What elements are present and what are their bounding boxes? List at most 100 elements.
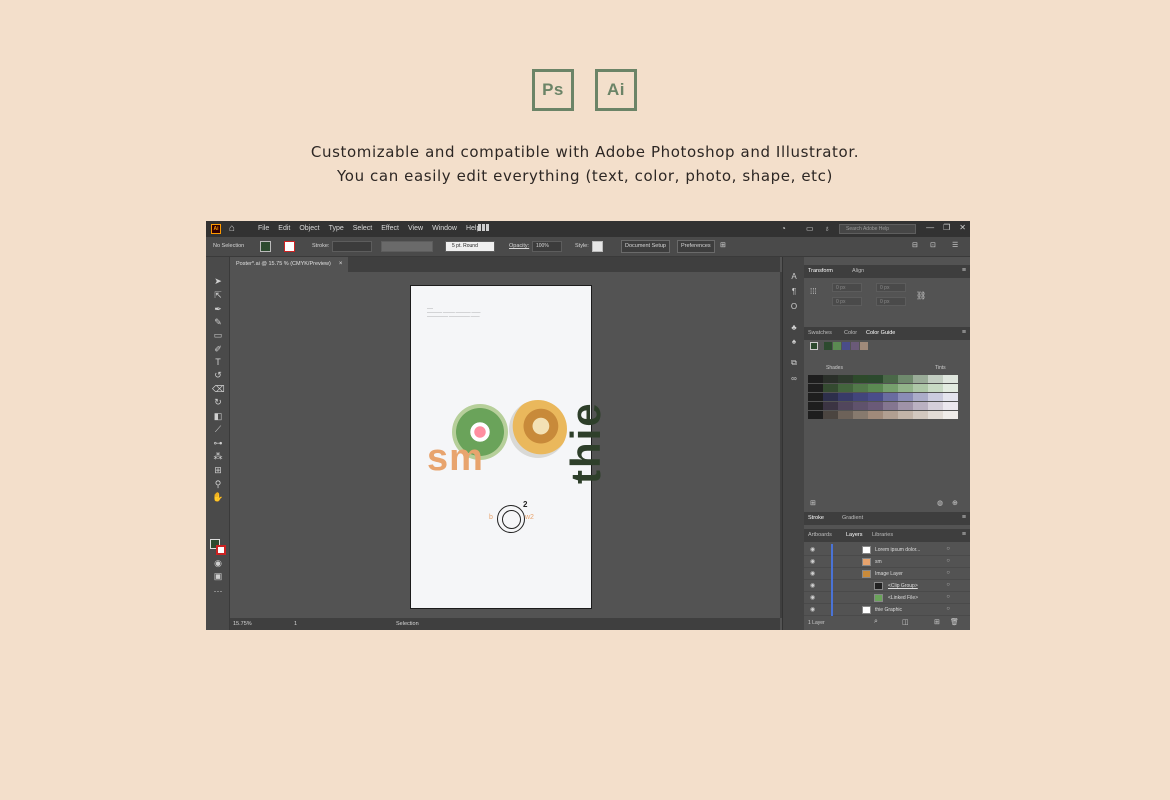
brush-tool-icon[interactable]: ✐ bbox=[212, 343, 224, 355]
guide-row[interactable] bbox=[808, 393, 958, 401]
visibility-icon[interactable]: ◉ bbox=[810, 594, 815, 601]
opentype-panel-icon[interactable]: O bbox=[788, 301, 800, 313]
new-layer-icon[interactable]: ⊞ bbox=[934, 618, 940, 626]
tab-align[interactable]: Align bbox=[852, 268, 864, 274]
panel-menu-icon[interactable]: ☰ bbox=[952, 241, 958, 249]
arrange-icon[interactable]: ▭ bbox=[806, 224, 814, 233]
target-icon[interactable]: ○ bbox=[946, 558, 950, 564]
document-setup-button[interactable]: Document Setup bbox=[621, 240, 670, 253]
guide-row[interactable] bbox=[808, 375, 958, 383]
stroke-weight-field[interactable] bbox=[332, 241, 372, 252]
tab-artboards[interactable]: Artboards bbox=[808, 532, 832, 538]
base-color-swatch[interactable] bbox=[810, 342, 818, 350]
target-icon[interactable]: ○ bbox=[946, 582, 950, 588]
visibility-icon[interactable]: ◉ bbox=[810, 546, 815, 553]
menu-edit[interactable]: Edit bbox=[278, 225, 290, 232]
harmony-swatch[interactable] bbox=[842, 342, 850, 350]
character-panel-icon[interactable]: A bbox=[788, 271, 800, 283]
brushes-panel-icon[interactable]: ♣ bbox=[788, 322, 800, 334]
document-tab[interactable]: Poster*.ai @ 15.75 % (CMYK/Preview) × bbox=[230, 257, 349, 272]
more-tools-icon[interactable]: ⋯ bbox=[212, 585, 224, 597]
visibility-icon[interactable]: ◉ bbox=[810, 570, 815, 577]
pen-tool-icon[interactable]: ✒ bbox=[212, 303, 224, 315]
harmony-swatch[interactable] bbox=[860, 342, 868, 350]
menu-file[interactable]: File bbox=[258, 225, 269, 232]
locate-object-icon[interactable]: ⌕ bbox=[874, 618, 878, 626]
menu-object[interactable]: Object bbox=[299, 225, 319, 232]
layer-row[interactable]: ◉ <Linked File> ○ bbox=[804, 592, 970, 604]
stroke-panel-menu-icon[interactable]: ≡ bbox=[962, 514, 966, 521]
guide-row[interactable] bbox=[808, 411, 958, 419]
canvas[interactable]: —— ————— ———— ————— ——— ——————— ——————— … bbox=[230, 272, 780, 618]
close-tab-icon[interactable]: × bbox=[339, 261, 343, 267]
delete-layer-icon[interactable]: 🗑 bbox=[950, 618, 959, 626]
direct-selection-tool-icon[interactable]: ⇱ bbox=[212, 289, 224, 301]
swatch-options-icon[interactable]: ⊕ bbox=[952, 499, 958, 507]
selection-tool-icon[interactable]: ➤ bbox=[212, 275, 224, 287]
menu-window[interactable]: Window bbox=[432, 225, 457, 232]
target-icon[interactable]: ○ bbox=[946, 594, 950, 600]
menu-select[interactable]: Select bbox=[353, 225, 372, 232]
transform-icon[interactable]: ⊡ bbox=[930, 241, 936, 249]
save-group-icon[interactable]: ◍ bbox=[937, 499, 943, 507]
visibility-icon[interactable]: ◉ bbox=[810, 558, 815, 565]
make-clipping-mask-icon[interactable]: ◫ bbox=[902, 618, 909, 626]
tab-swatches[interactable]: Swatches bbox=[808, 330, 832, 336]
type-tool-icon[interactable]: T bbox=[212, 356, 224, 368]
color-panel-menu-icon[interactable]: ≡ bbox=[962, 329, 966, 336]
layer-row[interactable]: ◉ <Clip Group> ○ bbox=[804, 580, 970, 592]
brush-field[interactable]: 5 pt. Round bbox=[445, 241, 495, 252]
menu-view[interactable]: View bbox=[408, 225, 423, 232]
rectangle-tool-icon[interactable]: ▭ bbox=[212, 329, 224, 341]
layer-row[interactable]: ◉ sm ○ bbox=[804, 556, 970, 568]
tab-stroke[interactable]: Stroke bbox=[808, 515, 824, 521]
tab-libraries[interactable]: Libraries bbox=[872, 532, 893, 538]
rotate-tool-icon[interactable]: ↺ bbox=[212, 369, 224, 381]
restore-icon[interactable]: ❐ bbox=[943, 223, 950, 232]
harmony-swatch[interactable] bbox=[833, 342, 841, 350]
hand-tool-icon[interactable]: ✋ bbox=[212, 491, 224, 503]
home-icon[interactable]: ⌂ bbox=[229, 223, 235, 235]
links-panel-icon[interactable]: ⧉ bbox=[788, 357, 800, 369]
style-swatch[interactable] bbox=[592, 241, 603, 252]
fill-swatch[interactable] bbox=[260, 241, 271, 252]
tab-transform[interactable]: Transform bbox=[808, 268, 833, 274]
links-chain-icon[interactable]: ∞ bbox=[788, 373, 800, 385]
tab-gradient[interactable]: Gradient bbox=[842, 515, 863, 521]
tab-color-guide[interactable]: Color Guide bbox=[866, 330, 895, 336]
gradient-tool-icon[interactable]: ◧ bbox=[212, 410, 224, 422]
search-input[interactable]: Search Adobe Help bbox=[839, 224, 916, 234]
minimize-icon[interactable]: — bbox=[926, 223, 934, 232]
reference-point-icon[interactable]: ⁞⁞⁞ bbox=[810, 287, 817, 296]
visibility-icon[interactable]: ◉ bbox=[810, 606, 815, 613]
variable-width-field[interactable] bbox=[381, 241, 433, 252]
tab-layers[interactable]: Layers bbox=[846, 532, 863, 538]
y-field[interactable]: 0 px bbox=[832, 297, 862, 306]
warp-tool-icon[interactable]: ↻ bbox=[212, 396, 224, 408]
stroke-swatch[interactable] bbox=[284, 241, 295, 252]
opacity-field[interactable]: 100% bbox=[532, 241, 562, 252]
draw-mode-icon[interactable]: ◉ bbox=[212, 557, 224, 569]
lightbulb-icon[interactable]: ♁ bbox=[824, 224, 830, 233]
preferences-button[interactable]: Preferences bbox=[677, 240, 715, 253]
menu-effect[interactable]: Effect bbox=[381, 225, 399, 232]
height-field[interactable]: 0 px bbox=[876, 297, 906, 306]
artboard[interactable]: —— ————— ———— ————— ——— ——————— ——————— … bbox=[410, 285, 609, 609]
constrain-proportions-icon[interactable]: ⛓ bbox=[916, 291, 926, 300]
guide-row[interactable] bbox=[808, 384, 958, 392]
symbols-panel-icon[interactable]: ♠ bbox=[788, 336, 800, 348]
close-window-icon[interactable]: ✕ bbox=[959, 223, 966, 232]
eraser-tool-icon[interactable]: ⌫ bbox=[212, 383, 225, 395]
paragraph-panel-icon[interactable]: ¶ bbox=[788, 286, 800, 298]
guide-row[interactable] bbox=[808, 402, 958, 410]
align-icon[interactable]: ⊟ bbox=[912, 241, 918, 249]
tab-color[interactable]: Color bbox=[844, 330, 857, 336]
visibility-icon[interactable]: ◉ bbox=[810, 582, 815, 589]
symbol-sprayer-tool-icon[interactable]: ⁂ bbox=[212, 450, 224, 462]
harmony-swatch[interactable] bbox=[851, 342, 859, 350]
panel-options-icon[interactable]: ≡ bbox=[962, 267, 966, 274]
workspace-switcher-icon[interactable] bbox=[478, 224, 496, 233]
width-field[interactable]: 0 px bbox=[876, 283, 906, 292]
blend-tool-icon[interactable]: ⊶ bbox=[212, 437, 224, 449]
target-icon[interactable]: ○ bbox=[946, 570, 950, 576]
